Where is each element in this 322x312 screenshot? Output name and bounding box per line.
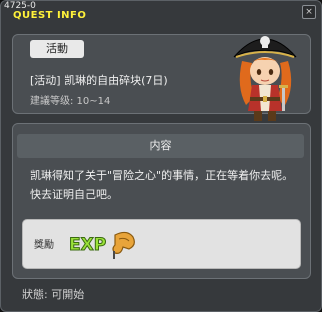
exp-icon: EXP xyxy=(69,231,135,259)
quest-name: [活动] 凯琳的自由碎块(7日) xyxy=(30,74,168,87)
npc-pirate-portrait-icon xyxy=(233,36,297,121)
quest-status: 狀態: 可開始 xyxy=(22,288,85,301)
quest-info-window: 4725-0 QUEST INFO × 活動 [活动] 凯琳的自由碎块(7日) … xyxy=(0,0,322,312)
window-title: QUEST INFO xyxy=(13,10,87,21)
content-section-header: 内容 xyxy=(17,134,304,158)
quest-recommended-level: 建議等级: 10~14 xyxy=(30,96,111,107)
quest-summary-panel: 活動 [活动] 凯琳的自由碎块(7日) 建議等级: 10~14 xyxy=(12,34,311,121)
quest-content-panel: 内容 凯琳得知了关于"冒险之心"的事情，正在等着你去呢。快去证明自己吧。 獎勵 … xyxy=(12,123,311,279)
quest-description: 凯琳得知了关于"冒险之心"的事情，正在等着你去呢。快去证明自己吧。 xyxy=(30,169,294,201)
reward-box: 獎勵 EXP xyxy=(22,219,301,269)
exp-text: EXP xyxy=(69,235,106,255)
reward-label: 獎勵 xyxy=(34,240,54,251)
quest-category-badge: 活動 xyxy=(30,40,84,58)
close-icon[interactable]: × xyxy=(302,5,316,19)
